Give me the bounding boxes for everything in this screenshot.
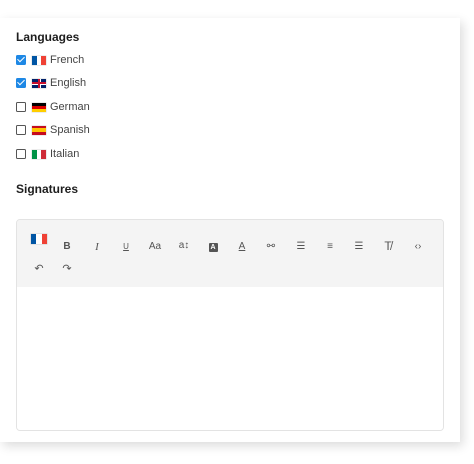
spanish-flag-icon	[32, 125, 46, 135]
highlight-button[interactable]: A	[204, 241, 222, 253]
code-button[interactable]: ‹›	[409, 241, 427, 253]
font-size-button[interactable]: Aa	[146, 241, 164, 253]
language-label: French	[50, 54, 85, 66]
french-checkbox[interactable]	[16, 55, 26, 65]
language-label: English	[50, 77, 87, 89]
align-button[interactable]: ☰	[350, 241, 368, 253]
language-label: Spanish	[50, 124, 90, 136]
italian-checkbox[interactable]	[16, 149, 26, 159]
bold-button[interactable]: B	[58, 241, 76, 253]
german-checkbox[interactable]	[16, 102, 26, 112]
redo-button[interactable]: ↷	[58, 263, 76, 275]
language-spanish[interactable]: Spanish	[16, 123, 90, 137]
language-french[interactable]: French	[16, 53, 84, 67]
language-label: German	[50, 101, 90, 113]
settings-card: Languages French English German Spanish …	[0, 18, 460, 442]
language-label: Italian	[50, 148, 80, 160]
languages-title: Languages	[16, 30, 80, 44]
english-checkbox[interactable]	[16, 78, 26, 88]
editor-toolbar: B I U Aa a↕ A A ⚯ ☰ ≡ ☰ T̸ ‹› ↶ ↷	[17, 220, 443, 287]
link-button[interactable]: ⚯	[262, 241, 280, 253]
spanish-checkbox[interactable]	[16, 125, 26, 135]
bullet-list-button[interactable]: ☰	[292, 241, 310, 253]
ordered-list-button[interactable]: ≡	[321, 241, 339, 253]
french-flag-icon[interactable]	[31, 234, 47, 244]
signatures-title: Signatures	[16, 182, 79, 196]
italian-flag-icon	[32, 149, 46, 159]
german-flag-icon	[32, 102, 46, 112]
signature-editor[interactable]: B I U Aa a↕ A A ⚯ ☰ ≡ ☰ T̸ ‹› ↶ ↷	[16, 219, 444, 431]
italic-button[interactable]: I	[88, 241, 106, 253]
text-color-button[interactable]: A	[233, 241, 251, 253]
highlight-icon: A	[208, 243, 218, 252]
clear-format-button[interactable]: T̸	[379, 240, 397, 252]
signature-text-area[interactable]	[17, 287, 443, 430]
underline-button[interactable]: U	[117, 241, 135, 253]
uk-flag-icon	[32, 78, 46, 88]
language-english[interactable]: English	[16, 76, 86, 90]
language-italian[interactable]: Italian	[16, 147, 79, 161]
language-german[interactable]: German	[16, 100, 90, 114]
french-flag-icon	[32, 55, 46, 65]
line-height-button[interactable]: a↕	[175, 240, 193, 252]
undo-button[interactable]: ↶	[30, 263, 48, 275]
